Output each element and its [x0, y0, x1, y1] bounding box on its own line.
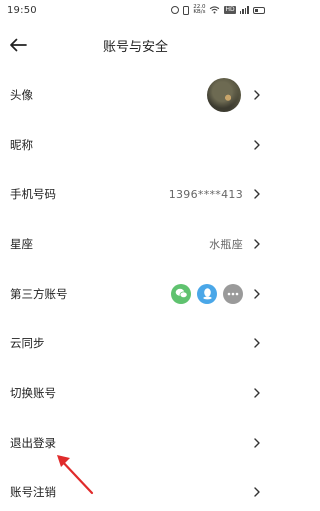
- row-label: 星座: [10, 236, 33, 251]
- settings-list: 头像 昵称 手机号码 1396****413 星座 水瓶座 第三方账号 云同步 …: [0, 70, 271, 511]
- avatar: [207, 77, 241, 112]
- phone-number-value: 1396****413: [168, 187, 243, 201]
- row-logout[interactable]: 退出登录: [0, 418, 271, 468]
- row-delete-account[interactable]: 账号注销: [0, 468, 271, 511]
- row-label: 第三方账号: [10, 286, 68, 301]
- chevron-right-icon: [254, 139, 260, 150]
- hd-badge: HD: [224, 6, 236, 14]
- chevron-right-icon: [254, 288, 260, 299]
- row-avatar[interactable]: 头像: [0, 70, 271, 120]
- more-dots-icon[interactable]: [223, 283, 243, 304]
- status-icons: 22.0 KB/s HD: [171, 4, 265, 16]
- third-party-icons: [171, 283, 243, 304]
- qq-icon[interactable]: [197, 283, 217, 304]
- chevron-right-icon: [254, 239, 260, 249]
- chevron-right-icon: [254, 437, 260, 448]
- row-cloud-sync[interactable]: 云同步: [0, 318, 271, 368]
- alarm-icon: [171, 6, 180, 14]
- network-speed: 22.0 KB/s: [193, 4, 206, 16]
- page-title: 账号与安全: [102, 40, 168, 55]
- account-security-screen: 19:50 22.0 KB/s HD 账号与安全 头像 昵称 手机号码 1396…: [0, 0, 271, 511]
- wechat-icon[interactable]: [171, 283, 191, 304]
- annotation-arrow-icon: [57, 455, 94, 495]
- row-switch-account[interactable]: 切换账号: [0, 368, 271, 418]
- vibrate-icon: [183, 5, 190, 15]
- chevron-right-icon: [254, 338, 260, 348]
- row-third-party-accounts[interactable]: 第三方账号: [0, 269, 271, 319]
- row-label: 云同步: [10, 336, 45, 351]
- chevron-right-icon: [254, 189, 260, 199]
- chevron-right-icon: [254, 90, 260, 100]
- chevron-right-icon: [254, 388, 260, 398]
- row-label: 昵称: [10, 137, 33, 152]
- signal-icon: [239, 6, 249, 14]
- row-label: 切换账号: [10, 385, 56, 400]
- row-label: 手机号码: [10, 187, 56, 202]
- row-label: 头像: [10, 87, 33, 102]
- wifi-icon: [210, 6, 220, 14]
- network-speed-unit: KB/s: [193, 9, 206, 15]
- status-bar: 19:50 22.0 KB/s HD: [0, 0, 271, 20]
- status-time: 19:50: [7, 4, 37, 16]
- row-label: 退出登录: [10, 435, 56, 450]
- constellation-value: 水瓶座: [209, 237, 243, 251]
- row-constellation[interactable]: 星座 水瓶座: [0, 219, 271, 269]
- row-label: 账号注销: [10, 485, 56, 500]
- battery-icon: [253, 6, 265, 14]
- row-phone-number[interactable]: 手机号码 1396****413: [0, 169, 271, 219]
- chevron-right-icon: [254, 487, 260, 498]
- row-nickname[interactable]: 昵称: [0, 120, 271, 170]
- header: 账号与安全: [0, 26, 271, 64]
